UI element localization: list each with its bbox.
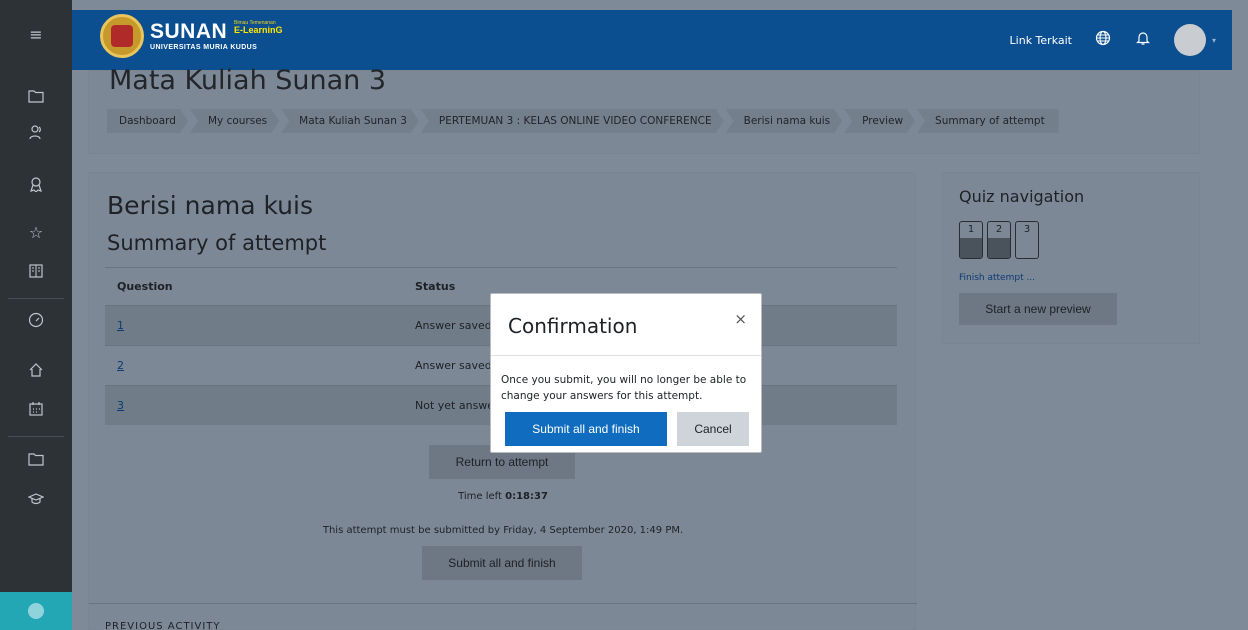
quiz-navigation-block: Quiz navigation 1 2 3 Finish attempt ...… [942,172,1200,344]
quiz-title: Berisi nama kuis [107,191,313,220]
close-icon[interactable]: × [734,310,747,328]
globe-icon[interactable] [1094,30,1112,50]
breadcrumb: Dashboard My courses Mata Kuliah Sunan 3… [107,109,1061,133]
badge-icon[interactable] [24,172,48,196]
submission-deadline-note: This attempt must be submitted by Friday… [322,525,684,536]
users-icon[interactable] [24,120,48,144]
dialog-message: Once you submit, you will no longer be a… [501,374,747,402]
breadcrumb-item-section[interactable]: PERTEMUAN 3 : KELAS ONLINE VIDEO CONFERE… [421,109,724,133]
user-menu-caret-icon[interactable]: ▾ [1212,36,1216,45]
accessibility-button[interactable] [0,592,72,630]
question-nav-number: 2 [995,224,1003,235]
page-header-card: Mata Kuliah Sunan 3 Dashboard My courses… [88,65,1200,154]
folder-icon[interactable] [24,447,48,471]
dialog-actions: Submit all and finish Cancel [505,412,749,446]
question-link[interactable]: 1 [117,319,124,332]
answered-indicator [960,238,982,258]
quiz-navigation-title: Quiz navigation [959,187,1085,206]
folder-icon[interactable] [24,84,48,108]
breadcrumb-item-dashboard[interactable]: Dashboard [107,109,188,133]
cancel-button[interactable]: Cancel [677,412,749,446]
book-icon[interactable] [24,259,48,283]
breadcrumb-item-quiz[interactable]: Berisi nama kuis [726,109,843,133]
confirm-submit-button[interactable]: Submit all and finish [505,412,667,446]
previous-activity-label[interactable]: PREVIOUS ACTIVITY [105,621,221,630]
question-nav-button-3[interactable]: 3 [1015,221,1039,259]
time-left-label: Time left [458,491,502,502]
university-name: UNIVERSITAS MURIA KUDUS [150,44,258,51]
calendar-icon[interactable] [24,397,48,421]
brand-elearning: E-LearninG [234,25,283,35]
finish-attempt-link[interactable]: Finish attempt ... [959,273,1035,283]
question-nav-number: 1 [967,224,975,235]
star-icon[interactable]: ☆ [24,220,48,244]
time-left-value: 0:18:37 [505,491,548,502]
question-nav-button-2[interactable]: 2 [987,221,1011,259]
bell-icon[interactable] [1134,30,1152,50]
dashboard-icon[interactable] [24,308,48,332]
breadcrumb-item-course[interactable]: Mata Kuliah Sunan 3 [281,109,419,133]
user-avatar[interactable] [1173,24,1206,56]
dialog-header: Confirmation × [491,294,761,356]
home-icon[interactable] [24,358,48,382]
start-new-preview-button[interactable]: Start a new preview [959,293,1117,325]
rail-divider [8,436,64,437]
time-left: Time left 0:18:37 [89,491,917,502]
question-link[interactable]: 2 [117,359,124,372]
menu-icon[interactable]: ≡ [24,22,48,46]
question-buttons: 1 2 3 [959,221,1039,259]
breadcrumb-item-my-courses[interactable]: My courses [190,109,279,133]
top-navbar: SUNAN Bimau Temenanan E-LearninG UNIVERS… [72,10,1232,70]
site-logo[interactable]: SUNAN Bimau Temenanan E-LearninG UNIVERS… [100,14,283,58]
question-nav-number: 3 [1023,224,1031,235]
question-link[interactable]: 3 [117,399,124,412]
accessibility-icon [28,603,44,619]
answered-indicator [988,238,1010,258]
breadcrumb-item-summary: Summary of attempt [917,109,1059,133]
brand-name: SUNAN [150,20,228,43]
submit-all-and-finish-button[interactable]: Submit all and finish [422,546,582,580]
column-header-question: Question [117,280,173,293]
link-terkait-menu[interactable]: Link Terkait [1010,34,1072,47]
column-header-status: Status [415,280,456,293]
graduation-cap-icon[interactable] [24,487,48,511]
breadcrumb-item-preview[interactable]: Preview [844,109,915,133]
summary-heading: Summary of attempt [107,231,327,255]
course-title: Mata Kuliah Sunan 3 [109,65,387,96]
section-divider [89,603,917,604]
question-nav-button-1[interactable]: 1 [959,221,983,259]
confirmation-dialog: Confirmation × Once you submit, you will… [490,293,762,453]
left-drawer-rail: ≡ ☆ [0,0,72,630]
rail-divider [8,298,64,299]
university-seal-icon [100,14,144,58]
dialog-title: Confirmation [508,314,638,338]
